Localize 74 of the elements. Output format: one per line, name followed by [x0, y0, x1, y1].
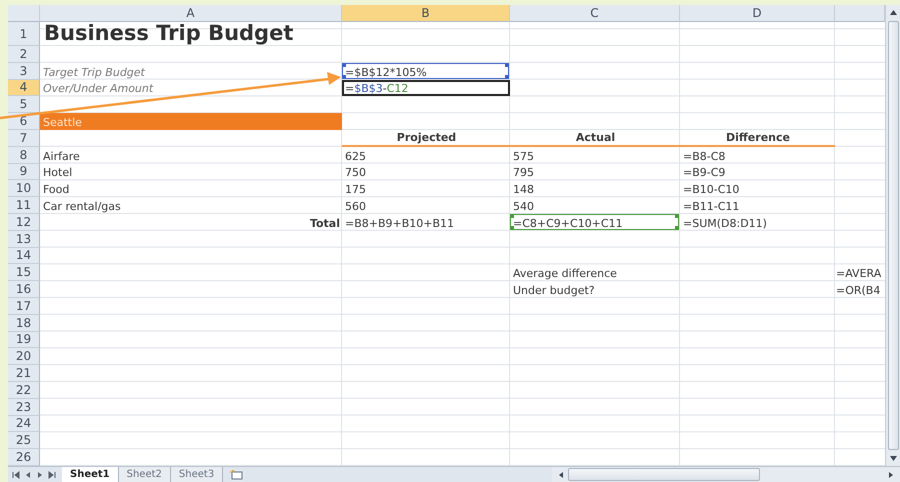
- column-header[interactable]: C: [510, 5, 680, 22]
- vertical-scrollbar[interactable]: [885, 5, 900, 466]
- row-header[interactable]: 5: [8, 96, 40, 114]
- row-header[interactable]: 4: [8, 80, 40, 96]
- column-header[interactable]: B: [342, 5, 510, 22]
- cell-text: 575: [512, 148, 535, 164]
- row-header[interactable]: 26: [8, 449, 40, 466]
- row-header[interactable]: 3: [8, 62, 40, 80]
- column-heading: Difference: [680, 130, 835, 147]
- cell-text: Airfare: [42, 148, 81, 164]
- cell-text: 540: [512, 198, 535, 214]
- row-header[interactable]: 7: [8, 130, 40, 147]
- row-header[interactable]: 16: [8, 281, 40, 298]
- cell-text: =$B$3-C12: [342, 80, 510, 96]
- insert-sheet-icon[interactable]: [229, 469, 244, 480]
- cell-text: 148: [512, 182, 535, 198]
- cell-text: Over/Under Amount: [42, 81, 154, 96]
- row-header[interactable]: 11: [8, 197, 40, 214]
- section-band: Seattle: [40, 113, 342, 130]
- cell-text: Average difference: [512, 266, 618, 282]
- row-header[interactable]: 2: [8, 46, 40, 63]
- row-header[interactable]: 20: [8, 348, 40, 366]
- sheet-tab[interactable]: Sheet3: [170, 467, 224, 482]
- row-header[interactable]: 8: [8, 146, 40, 164]
- cell-text: 560: [344, 198, 367, 214]
- previous-sheet-icon[interactable]: [24, 470, 32, 478]
- row-header[interactable]: 9: [8, 164, 40, 180]
- scrollbar-thumb[interactable]: [568, 468, 760, 481]
- cell-text: Target Trip Budget: [42, 64, 146, 80]
- cell-text: 750: [344, 165, 367, 180]
- cell-text: =B10-C10: [682, 182, 740, 198]
- column-heading: Actual: [510, 130, 680, 147]
- cell-text: 795: [512, 165, 535, 180]
- cell-text: =OR(B4: [835, 282, 882, 298]
- cell-text: =SUM(D8:D11): [682, 216, 768, 231]
- cell-text: =B11-C11: [682, 198, 740, 214]
- cell-text: =C8+C9+C10+C11: [510, 214, 680, 231]
- cell-text: =B8-C8: [682, 148, 726, 164]
- row-header[interactable]: 12: [8, 214, 40, 231]
- first-sheet-icon[interactable]: [12, 470, 20, 478]
- cell-text: =$B$12*105%: [342, 62, 510, 80]
- row-header[interactable]: 14: [8, 248, 40, 264]
- row-header[interactable]: 25: [8, 432, 40, 450]
- column-heading: Projected: [342, 130, 510, 147]
- row-header[interactable]: 15: [8, 264, 40, 282]
- scrollbar-thumb[interactable]: [888, 21, 898, 450]
- sheet-title: Business Trip Budget: [43, 22, 294, 46]
- row-header[interactable]: 18: [8, 314, 40, 332]
- sheet-tab[interactable]: Sheet1: [62, 467, 119, 482]
- horizontal-scrollbar[interactable]: [552, 467, 900, 482]
- row-header[interactable]: 1: [8, 22, 40, 46]
- row-header[interactable]: 13: [8, 230, 40, 248]
- sheet-tab[interactable]: Sheet2: [118, 467, 171, 482]
- row-header[interactable]: 17: [8, 298, 40, 315]
- cell-text: =AVERA: [835, 266, 882, 282]
- cell-text: 625: [344, 148, 367, 164]
- cell-text: Under budget?: [512, 282, 596, 298]
- cell-text: Hotel: [42, 165, 74, 180]
- row-header[interactable]: 24: [8, 416, 40, 432]
- row-header[interactable]: 22: [8, 382, 40, 399]
- cell-text: 175: [344, 182, 367, 198]
- total-label: Total: [308, 216, 341, 231]
- row-header[interactable]: 23: [8, 398, 40, 416]
- cell-text: Car rental/gas: [42, 198, 122, 214]
- row-header[interactable]: 21: [8, 365, 40, 382]
- row-header[interactable]: 19: [8, 332, 40, 348]
- cell-text: =B8+B9+B10+B11: [344, 216, 456, 231]
- next-sheet-icon[interactable]: [36, 470, 44, 478]
- cell-text: =B9-C9: [682, 165, 726, 180]
- column-header[interactable]: D: [680, 5, 835, 22]
- column-header[interactable]: A: [40, 5, 342, 22]
- last-sheet-icon[interactable]: [48, 470, 56, 478]
- row-header[interactable]: 10: [8, 180, 40, 198]
- cell-text: Food: [42, 182, 70, 198]
